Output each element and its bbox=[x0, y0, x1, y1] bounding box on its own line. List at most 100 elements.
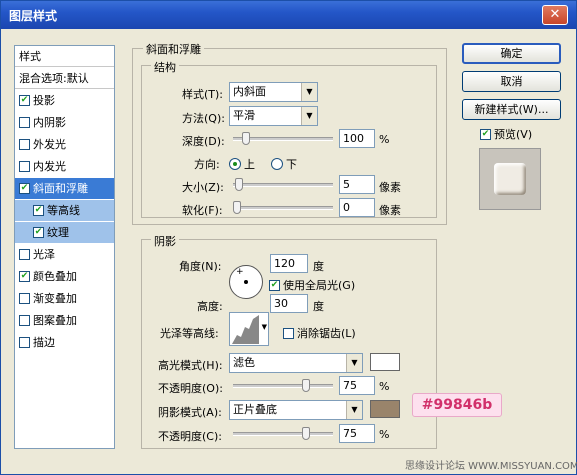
depth-input[interactable]: 100 bbox=[339, 129, 375, 148]
chevron-down-icon: ▼ bbox=[346, 401, 362, 419]
gloss-contour-picker[interactable]: ▼ bbox=[229, 312, 269, 346]
style-item-bevel-emboss[interactable]: ✔ 斜面和浮雕 bbox=[15, 178, 114, 199]
style-preview-thumbnail bbox=[479, 148, 541, 210]
style-item-satin[interactable]: 光泽 bbox=[15, 244, 114, 265]
highlight-opacity-unit: % bbox=[379, 380, 390, 393]
altitude-label: 高度: bbox=[197, 300, 223, 313]
shading-title: 阴影 bbox=[151, 233, 179, 249]
title-bar[interactable]: 图层样式 ✕ bbox=[1, 1, 576, 29]
highlight-color-swatch[interactable] bbox=[370, 353, 400, 371]
shadow-color-swatch[interactable] bbox=[370, 400, 400, 418]
style-item-outer-glow[interactable]: 外发光 bbox=[15, 134, 114, 155]
checkbox-icon[interactable] bbox=[19, 116, 30, 128]
antialias-checkbox[interactable]: 消除锯齿(L) bbox=[283, 325, 356, 341]
bevel-style-select[interactable]: 内斜面 ▼ bbox=[229, 82, 318, 102]
color-hex-callout: #99846b bbox=[412, 393, 502, 417]
checkbox-icon[interactable]: ✔ bbox=[480, 128, 491, 140]
style-item-texture[interactable]: ✔ 纹理 bbox=[15, 222, 114, 243]
shadow-mode-select[interactable]: 正片叠底 ▼ bbox=[229, 400, 363, 420]
shadow-opacity-label: 不透明度(C): bbox=[158, 430, 222, 443]
soften-slider-thumb[interactable] bbox=[233, 201, 241, 214]
direction-up-radio[interactable]: 上 bbox=[229, 156, 255, 172]
style-item-label: 内阴影 bbox=[33, 116, 66, 129]
checkbox-icon[interactable] bbox=[19, 314, 30, 326]
size-unit: 像素 bbox=[379, 181, 401, 194]
shadow-opacity-input[interactable]: 75 bbox=[339, 424, 375, 443]
soften-label: 软化(F): bbox=[182, 204, 223, 217]
style-item-pattern-overlay[interactable]: 图案叠加 bbox=[15, 310, 114, 331]
style-item-stroke[interactable]: 描边 bbox=[15, 332, 114, 353]
style-item-label: 描边 bbox=[33, 336, 55, 349]
shadow-opacity-thumb[interactable] bbox=[302, 427, 310, 440]
style-item-label: 等高线 bbox=[47, 204, 80, 217]
bevel-style-value: 内斜面 bbox=[233, 85, 266, 98]
radio-icon[interactable] bbox=[229, 158, 241, 170]
style-item-drop-shadow[interactable]: ✔ 投影 bbox=[15, 90, 114, 111]
chevron-down-icon: ▼ bbox=[301, 107, 317, 125]
bevel-method-select[interactable]: 平滑 ▼ bbox=[229, 106, 318, 126]
highlight-opacity-thumb[interactable] bbox=[302, 379, 310, 392]
styles-list: 样式 混合选项:默认 ✔ 投影 内阴影 外发光 内发光 ✔ 斜面和浮雕 ✔ 等高线 ✔… bbox=[14, 45, 115, 449]
checkbox-icon[interactable] bbox=[19, 138, 30, 150]
depth-slider-thumb[interactable] bbox=[242, 132, 251, 145]
angle-input[interactable]: 120 bbox=[270, 254, 308, 273]
shadow-opacity-slider[interactable] bbox=[233, 427, 333, 440]
highlight-opacity-slider[interactable] bbox=[233, 379, 333, 392]
global-light-checkbox[interactable]: ✔ 使用全局光(G) bbox=[269, 277, 355, 293]
direction-up-label: 上 bbox=[244, 158, 255, 171]
checkbox-icon[interactable]: ✔ bbox=[33, 226, 44, 238]
angle-dial[interactable]: + bbox=[229, 265, 263, 299]
soften-input[interactable]: 0 bbox=[339, 198, 375, 217]
style-item-label: 斜面和浮雕 bbox=[33, 182, 88, 195]
style-item-label: 颜色叠加 bbox=[33, 270, 77, 283]
checkbox-icon[interactable] bbox=[19, 292, 30, 304]
checkbox-icon[interactable] bbox=[19, 160, 30, 172]
size-slider-thumb[interactable] bbox=[234, 178, 243, 191]
soften-unit: 像素 bbox=[379, 204, 401, 217]
close-button[interactable]: ✕ bbox=[542, 5, 568, 25]
cancel-button[interactable]: 取消 bbox=[462, 71, 561, 92]
blend-options-item[interactable]: 混合选项:默认 bbox=[15, 68, 114, 89]
style-item-inner-glow[interactable]: 内发光 bbox=[15, 156, 114, 177]
structure-title: 结构 bbox=[151, 59, 179, 75]
style-item-label: 光泽 bbox=[33, 248, 55, 261]
radio-icon[interactable] bbox=[271, 158, 283, 170]
checkbox-icon[interactable] bbox=[19, 336, 30, 348]
new-style-button[interactable]: 新建样式(W)... bbox=[462, 99, 561, 120]
size-input[interactable]: 5 bbox=[339, 175, 375, 194]
depth-unit: % bbox=[379, 133, 390, 146]
ok-button[interactable]: 确定 bbox=[462, 43, 561, 64]
checkbox-icon[interactable] bbox=[19, 248, 30, 260]
size-slider[interactable] bbox=[233, 178, 333, 191]
soften-slider[interactable] bbox=[233, 201, 333, 214]
direction-down-radio[interactable]: 下 bbox=[271, 156, 297, 172]
preview-checkbox[interactable]: ✔ 预览(V) bbox=[480, 126, 532, 142]
highlight-mode-value: 滤色 bbox=[233, 356, 255, 369]
preview-label: 预览(V) bbox=[494, 128, 533, 141]
global-light-label: 使用全局光(G) bbox=[283, 279, 356, 292]
styles-list-header[interactable]: 样式 bbox=[15, 46, 114, 67]
checkbox-icon[interactable]: ✔ bbox=[19, 94, 30, 106]
style-label: 样式(T): bbox=[182, 88, 224, 101]
checkbox-icon[interactable]: ✔ bbox=[19, 270, 30, 282]
checkbox-icon[interactable]: ✔ bbox=[19, 182, 30, 194]
style-item-gradient-overlay[interactable]: 渐变叠加 bbox=[15, 288, 114, 309]
shadow-mode-label: 阴影模式(A): bbox=[158, 406, 222, 419]
style-item-label: 内发光 bbox=[33, 160, 66, 173]
altitude-input[interactable]: 30 bbox=[270, 294, 308, 313]
style-item-inner-shadow[interactable]: 内阴影 bbox=[15, 112, 114, 133]
highlight-opacity-input[interactable]: 75 bbox=[339, 376, 375, 395]
style-item-contour[interactable]: ✔ 等高线 bbox=[15, 200, 114, 221]
style-item-label: 图案叠加 bbox=[33, 314, 77, 327]
checkbox-icon[interactable]: ✔ bbox=[33, 204, 44, 216]
highlight-mode-select[interactable]: 滤色 ▼ bbox=[229, 353, 363, 373]
depth-label: 深度(D): bbox=[182, 135, 225, 148]
shadow-mode-value: 正片叠底 bbox=[233, 403, 277, 416]
depth-slider[interactable] bbox=[233, 132, 333, 145]
layer-style-dialog: 图层样式 ✕ 样式 混合选项:默认 ✔ 投影 内阴影 外发光 内发光 ✔ 斜面和浮雕… bbox=[0, 0, 577, 475]
checkbox-icon[interactable]: ✔ bbox=[269, 279, 280, 291]
direction-down-label: 下 bbox=[286, 158, 297, 171]
checkbox-icon[interactable] bbox=[283, 327, 294, 339]
site-watermark: 思缘设计论坛 WWW.MISSYUAN.COM bbox=[405, 461, 577, 472]
style-item-color-overlay[interactable]: ✔ 颜色叠加 bbox=[15, 266, 114, 287]
